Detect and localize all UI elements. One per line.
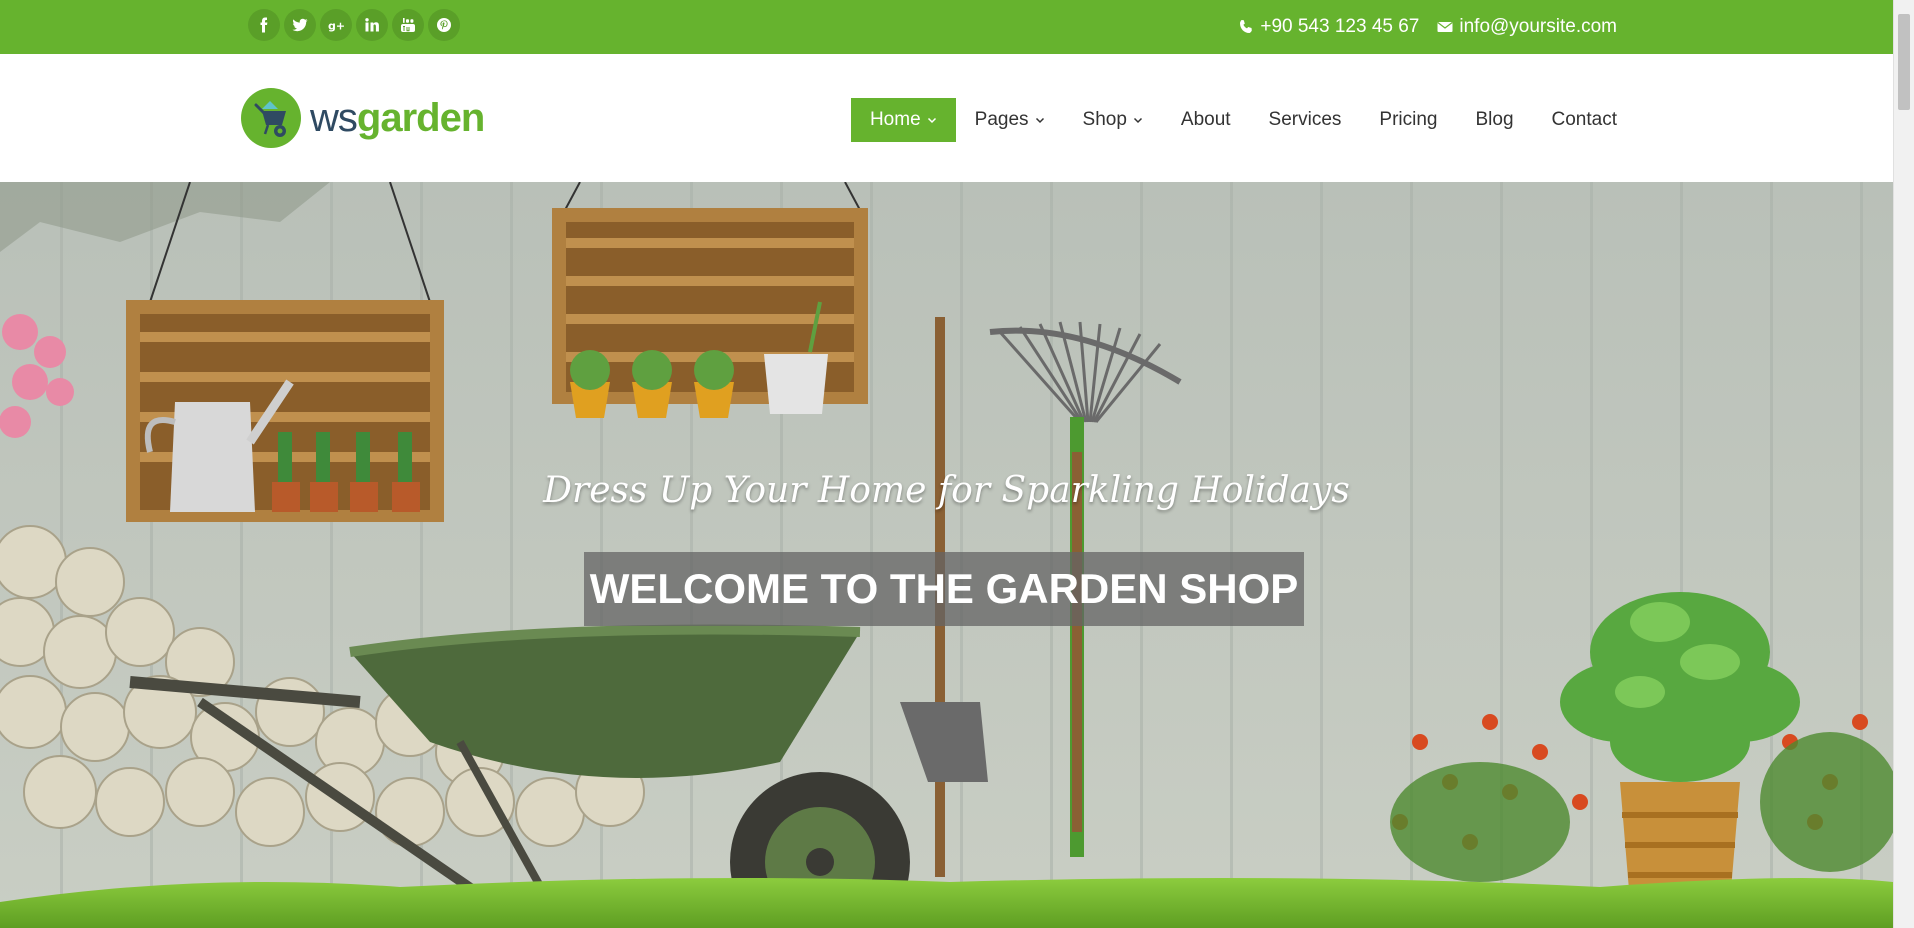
nav-item-about[interactable]: About <box>1162 98 1250 142</box>
nav-item-label: Services <box>1268 109 1342 130</box>
social-links: g+ <box>248 9 460 41</box>
phone-icon <box>1240 20 1253 33</box>
scrollbar-thumb[interactable] <box>1898 14 1910 110</box>
nav-item-home[interactable]: Home <box>850 98 956 142</box>
youtube-icon <box>401 18 415 32</box>
nav-item-label: Pages <box>974 109 1029 130</box>
nav-item-label: Shop <box>1082 109 1127 130</box>
phone-number: +90 543 123 45 67 <box>1260 16 1420 37</box>
envelope-icon <box>1437 22 1453 32</box>
site-logo[interactable]: wsgarden <box>240 87 485 149</box>
youtube-link[interactable] <box>392 9 424 41</box>
page-scrollbar[interactable] <box>1893 0 1914 928</box>
main-navigation: Home Pages Shop About Services Pricing B… <box>850 98 1617 142</box>
chevron-down-icon <box>1035 117 1044 124</box>
pinterest-link[interactable] <box>428 9 460 41</box>
nav-item-label: Home <box>869 109 921 130</box>
google-plus-icon: g+ <box>328 20 344 33</box>
nav-item-label: Blog <box>1475 109 1514 130</box>
twitter-icon <box>292 18 308 32</box>
nav-item-label: About <box>1180 109 1231 130</box>
site-header: wsgarden Home Pages Shop About Services … <box>0 54 1893 182</box>
facebook-link[interactable] <box>248 9 280 41</box>
nav-item-services[interactable]: Services <box>1250 98 1361 142</box>
hero-banner: Dress Up Your Home for Sparkling Holiday… <box>0 182 1893 928</box>
logo-text-garden: garden <box>356 95 485 140</box>
pinterest-icon <box>437 18 451 32</box>
email-address: info@yoursite.com <box>1459 16 1617 37</box>
nav-item-pricing[interactable]: Pricing <box>1360 98 1456 142</box>
logo-text: wsgarden <box>310 95 485 141</box>
nav-item-label: Pricing <box>1379 109 1438 130</box>
phone-contact[interactable]: +90 543 123 45 67 <box>1238 16 1419 38</box>
twitter-link[interactable] <box>284 9 316 41</box>
facebook-icon <box>260 17 268 33</box>
nav-item-pages[interactable]: Pages <box>956 98 1064 142</box>
hero-tagline: Dress Up Your Home for Sparkling Holiday… <box>543 470 1350 511</box>
wheelbarrow-logo-icon <box>241 88 301 148</box>
contact-info: +90 543 123 45 67 info@yoursite.com <box>1238 0 1617 54</box>
logo-text-ws: ws <box>310 95 358 140</box>
nav-item-blog[interactable]: Blog <box>1456 98 1532 142</box>
hero-title: WELCOME TO THE GARDEN SHOP <box>584 552 1304 626</box>
linkedin-icon <box>365 18 379 32</box>
nav-item-label: Contact <box>1551 109 1617 130</box>
nav-item-contact[interactable]: Contact <box>1533 98 1617 142</box>
nav-item-shop[interactable]: Shop <box>1064 98 1162 142</box>
svg-text:g+: g+ <box>328 20 344 33</box>
google-plus-link[interactable]: g+ <box>320 9 352 41</box>
linkedin-link[interactable] <box>356 9 388 41</box>
top-bar: g+ +90 543 123 45 67 info@yoursite.com <box>0 0 1893 54</box>
email-contact[interactable]: info@yoursite.com <box>1437 16 1617 38</box>
chevron-down-icon <box>1133 117 1142 124</box>
chevron-down-icon <box>927 117 936 124</box>
